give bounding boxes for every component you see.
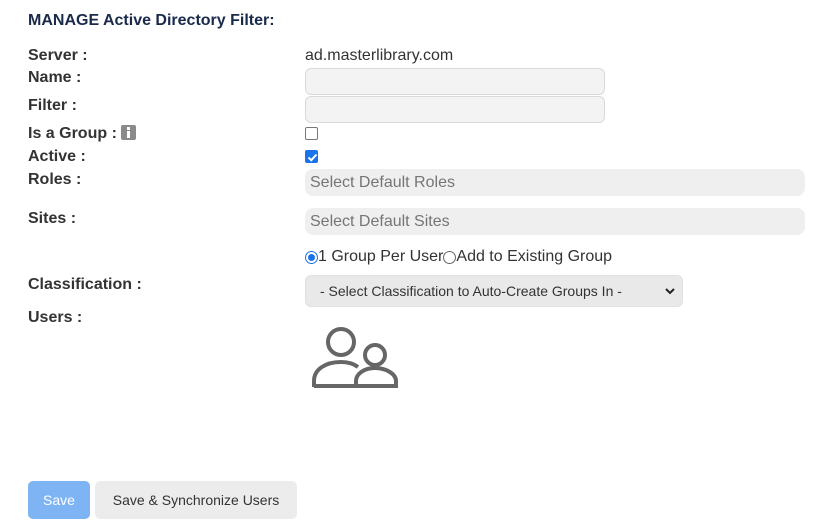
radio-one-group-per-user[interactable] [305, 250, 318, 264]
filter-field[interactable] [305, 96, 605, 123]
is-group-label: Is a Group : [28, 125, 136, 143]
active-checkbox[interactable] [305, 150, 318, 163]
radio-label-one-group-per-user: 1 Group Per User [318, 248, 444, 265]
sites-multiselect[interactable]: Select Default Sites [305, 208, 805, 235]
classification-label: Classification : [28, 276, 142, 293]
users-label: Users : [28, 309, 83, 326]
users-icon [312, 327, 398, 388]
is-group-checkbox[interactable] [305, 127, 318, 140]
page-title: MANAGE Active Directory Filter: [28, 12, 275, 29]
server-value: ad.masterlibrary.com [305, 47, 454, 64]
name-field[interactable] [305, 68, 605, 95]
filter-label: Filter : [28, 97, 77, 114]
classification-select[interactable]: - Select Classification to Auto-Create G… [305, 275, 683, 307]
classification-select-value: - Select Classification to Auto-Create G… [320, 283, 622, 299]
radio-add-to-existing-group[interactable] [443, 250, 457, 264]
roles-multiselect[interactable]: Select Default Roles [305, 169, 805, 196]
roles-label: Roles : [28, 171, 82, 188]
active-label: Active : [28, 148, 86, 165]
server-label: Server : [28, 47, 88, 64]
save-button[interactable]: Save [28, 481, 90, 519]
radio-label-add-to-existing-group: Add to Existing Group [456, 248, 613, 265]
name-label: Name : [28, 69, 82, 86]
sites-label: Sites : [28, 210, 77, 227]
info-icon[interactable] [120, 125, 136, 140]
checkmark-icon [307, 153, 318, 162]
save-and-synchronize-users-button[interactable]: Save & Synchronize Users [95, 481, 297, 519]
group-mode-radio-group: 1 Group Per User Add to Existing Group [305, 248, 612, 266]
is-group-label-text: Is a Group : [28, 125, 117, 142]
chevron-down-icon [665, 288, 675, 295]
